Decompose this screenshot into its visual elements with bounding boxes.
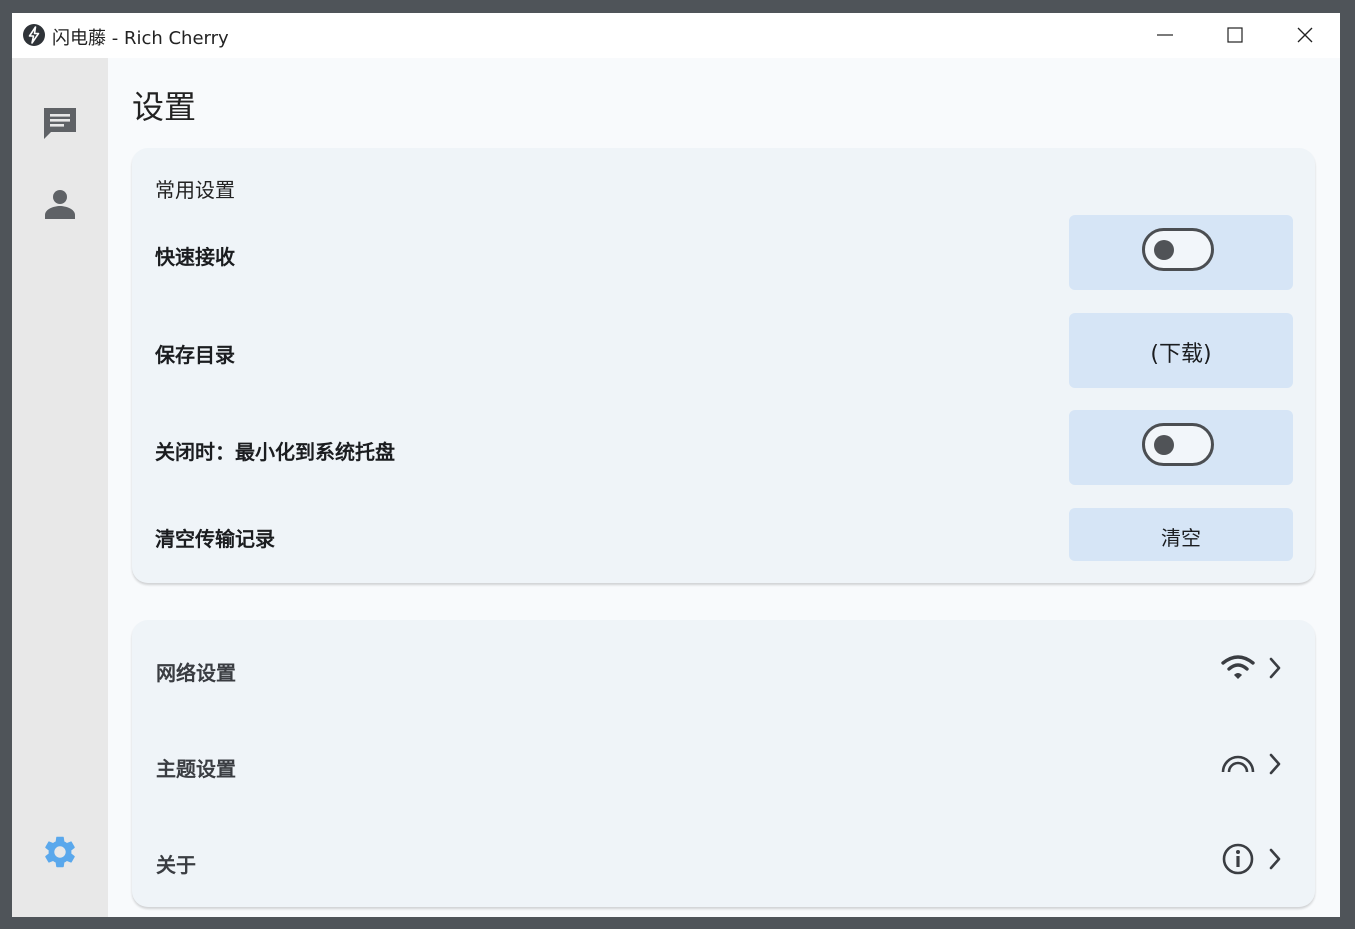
toggle-knob [1154, 435, 1174, 455]
wifi-icon [1221, 655, 1255, 679]
rainbow-icon [1221, 755, 1255, 773]
about-label: 关于 [156, 853, 196, 877]
window-title: 闪电藤 - Rich Cherry [52, 28, 229, 49]
sidebar-item-contacts[interactable] [30, 177, 90, 233]
save-dir-button[interactable]: (下载) [1069, 313, 1293, 388]
info-icon [1222, 843, 1254, 875]
save-dir-label: 保存目录 [155, 343, 235, 367]
close-button[interactable] [1270, 13, 1340, 58]
maximize-button[interactable] [1200, 13, 1270, 58]
person-icon [45, 190, 75, 219]
quick-receive-toggle-container [1069, 215, 1293, 290]
chevron-right-icon [1269, 848, 1281, 870]
nav-item-about[interactable]: 关于 [132, 812, 1315, 907]
app-logo-icon [23, 24, 45, 46]
chevron-right-icon [1269, 753, 1281, 775]
minimize-tray-toggle[interactable] [1142, 423, 1214, 466]
sidebar [12, 58, 108, 917]
section-title: 常用设置 [155, 178, 235, 202]
toggle-knob [1154, 240, 1174, 260]
nav-settings-card: 网络设置 主题设置 关于 [132, 620, 1315, 907]
general-settings-card: 常用设置 快速接收 保存目录 (下载) 关闭时：最小化到系统托盘 清空传输记录 … [132, 148, 1315, 583]
minimize-button[interactable] [1130, 13, 1200, 58]
settings-page: 设置 常用设置 快速接收 保存目录 (下载) 关闭时：最小化到系统托盘 清空传输… [108, 58, 1340, 917]
theme-settings-label: 主题设置 [156, 757, 236, 781]
quick-receive-toggle[interactable] [1142, 228, 1214, 271]
minimize-tray-toggle-container [1069, 410, 1293, 485]
chat-icon [44, 108, 76, 139]
quick-receive-label: 快速接收 [155, 245, 235, 269]
nav-item-network[interactable]: 网络设置 [132, 620, 1315, 716]
network-settings-label: 网络设置 [156, 661, 236, 685]
clear-history-button[interactable]: 清空 [1069, 508, 1293, 561]
clear-history-label: 清空传输记录 [155, 527, 275, 551]
sidebar-item-messages[interactable] [30, 96, 90, 152]
page-title: 设置 [132, 88, 197, 126]
close-icon [1297, 27, 1313, 43]
minimize-icon [1157, 34, 1173, 36]
chevron-right-icon [1269, 657, 1281, 679]
sidebar-item-settings[interactable] [30, 824, 90, 880]
gear-icon [45, 836, 75, 868]
save-dir-value: (下载) [1150, 342, 1212, 367]
minimize-tray-label: 关闭时：最小化到系统托盘 [155, 440, 395, 464]
clear-history-button-label: 清空 [1161, 526, 1201, 550]
maximize-icon [1227, 27, 1243, 43]
title-bar[interactable]: 闪电藤 - Rich Cherry [12, 13, 1340, 58]
nav-item-theme[interactable]: 主题设置 [132, 716, 1315, 812]
app-window: 闪电藤 - Rich Cherry 设置 常用设置 快速接收 保存目录 (下载)… [12, 13, 1340, 917]
